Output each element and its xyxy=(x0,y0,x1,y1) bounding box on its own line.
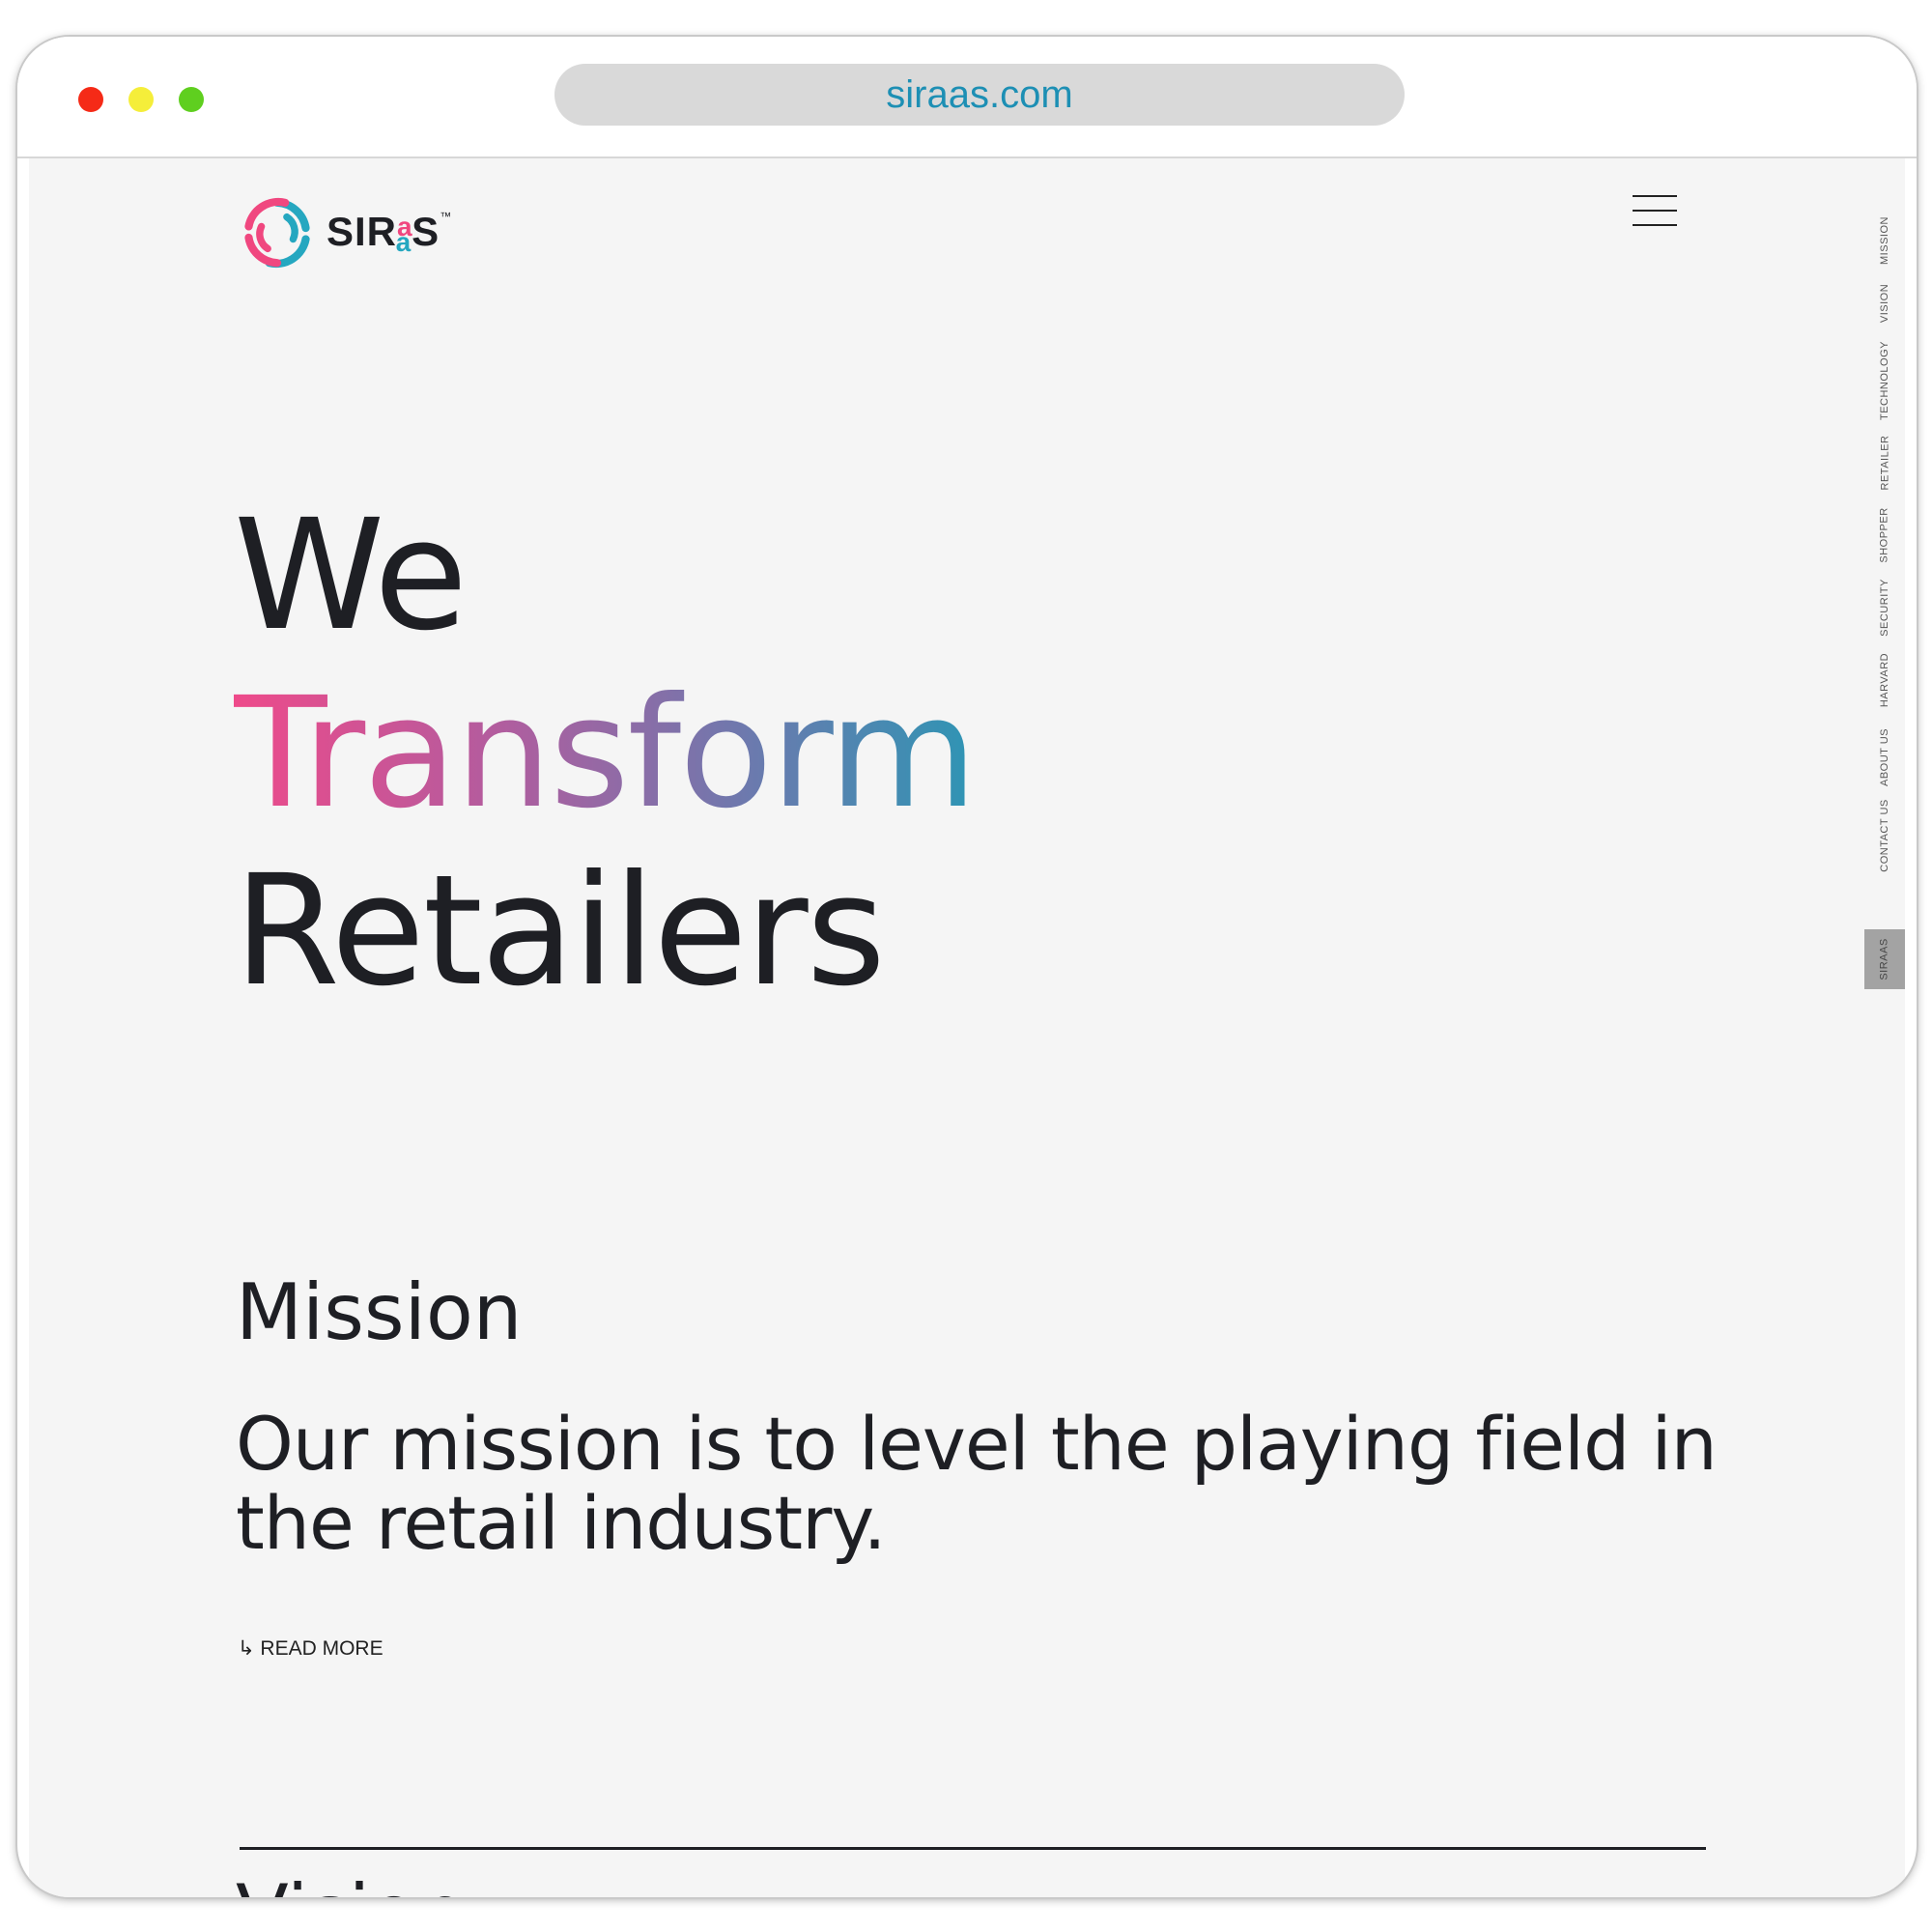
hero-headline: We Transform Retailers xyxy=(234,487,978,1020)
side-nav: MISSION VISION TECHNOLOGY RETAILER SHOPP… xyxy=(1864,207,1905,989)
side-nav-item-about-us[interactable]: ABOUT US xyxy=(1864,719,1905,796)
close-window-button[interactable] xyxy=(78,87,103,112)
side-nav-item-technology[interactable]: TECHNOLOGY xyxy=(1864,332,1905,429)
side-nav-item-vision[interactable]: VISION xyxy=(1864,274,1905,332)
browser-window: siraas.com SIRaaS™ We Transform Retailer… xyxy=(17,37,1917,1897)
maximize-window-button[interactable] xyxy=(179,87,204,112)
browser-titlebar: siraas.com xyxy=(17,37,1917,158)
side-nav-item-retailer[interactable]: RETAILER xyxy=(1864,429,1905,497)
siraas-swirl-icon xyxy=(244,197,310,269)
vision-heading: Vision xyxy=(236,1868,467,1897)
minimize-window-button[interactable] xyxy=(128,87,154,112)
section-divider xyxy=(240,1847,1706,1850)
side-nav-item-siraas[interactable]: SIRAAS xyxy=(1864,929,1905,989)
side-nav-item-security[interactable]: SECURITY xyxy=(1864,574,1905,641)
hero-line-1: We xyxy=(234,487,468,665)
side-nav-item-shopper[interactable]: SHOPPER xyxy=(1864,497,1905,574)
url-text: siraas.com xyxy=(886,72,1073,116)
address-bar[interactable]: siraas.com xyxy=(554,64,1405,126)
hero-line-3: Retailers xyxy=(234,842,886,1020)
mission-heading: Mission xyxy=(236,1267,523,1357)
hamburger-menu-icon[interactable] xyxy=(1633,195,1677,228)
page-content: SIRaaS™ We Transform Retailers Mission O… xyxy=(29,158,1905,1897)
mission-text: Our mission is to level the playing fiel… xyxy=(236,1401,1718,1566)
hero-line-2: Transform xyxy=(234,665,978,842)
site-logo[interactable]: SIRaaS™ xyxy=(238,193,452,272)
read-more-link[interactable]: ↳ READ MORE xyxy=(238,1636,384,1661)
side-nav-item-mission[interactable]: MISSION xyxy=(1864,207,1905,274)
side-nav-item-harvard[interactable]: HARVARD xyxy=(1864,641,1905,719)
logo-wordmark: SIRaaS™ xyxy=(327,208,453,257)
side-nav-item-contact-us[interactable]: CONTACT US xyxy=(1864,796,1905,875)
